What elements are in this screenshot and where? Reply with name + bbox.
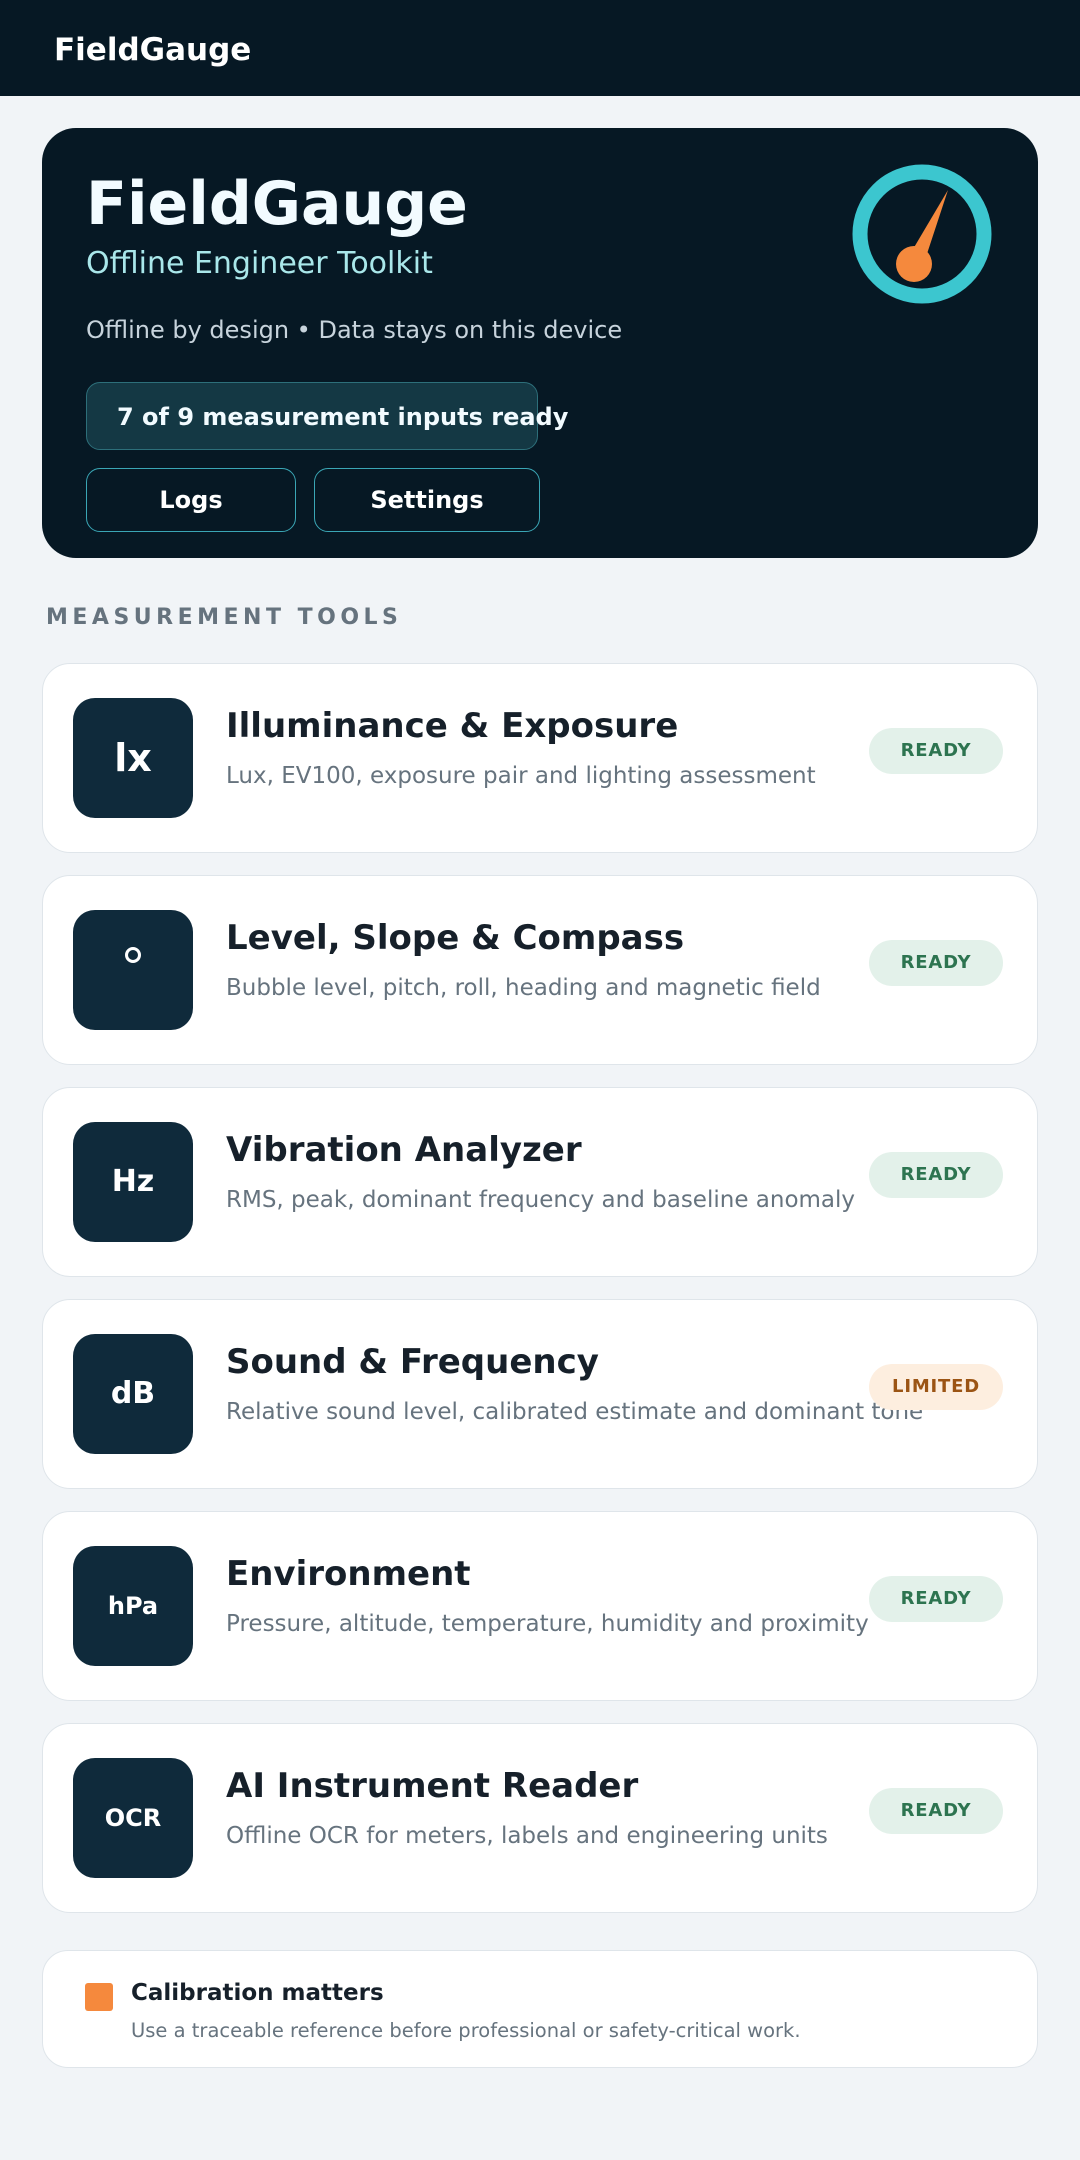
hertz-icon: Hz <box>73 1122 193 1242</box>
tool-card-instrument-reader[interactable]: OCR AI Instrument Reader Offline OCR for… <box>42 1723 1038 1913</box>
status-badge: READY <box>869 1788 1003 1834</box>
hero-tagline: Offline by design • Data stays on this d… <box>86 316 623 344</box>
tool-description: Lux, EV100, exposure pair and lighting a… <box>226 763 816 789</box>
tool-title: Illuminance & Exposure <box>226 706 679 746</box>
tool-title: Vibration Analyzer <box>226 1130 582 1170</box>
app-bar-title: FieldGauge <box>54 32 252 68</box>
inputs-ready-text: 7 of 9 measurement inputs ready <box>117 403 569 431</box>
note-title: Calibration matters <box>131 1980 384 2006</box>
tool-description: Pressure, altitude, temperature, humidit… <box>226 1611 869 1637</box>
calibration-note: Calibration matters Use a traceable refe… <box>42 1950 1038 2068</box>
pressure-icon: hPa <box>73 1546 193 1666</box>
tool-card-level-compass[interactable]: Level, Slope & Compass Bubble level, pit… <box>42 875 1038 1065</box>
tool-title: Level, Slope & Compass <box>226 918 685 958</box>
tool-card-vibration[interactable]: Hz Vibration Analyzer RMS, peak, dominan… <box>42 1087 1038 1277</box>
inputs-ready-status: 7 of 9 measurement inputs ready <box>86 382 568 450</box>
hero-card: FieldGauge Offline Engineer Toolkit Offl… <box>42 128 1038 558</box>
tool-description: Relative sound level, calibrated estimat… <box>226 1399 924 1425</box>
status-badge: READY <box>869 940 1003 986</box>
tool-title: AI Instrument Reader <box>226 1766 639 1806</box>
status-badge: READY <box>869 1152 1003 1198</box>
warning-square-icon <box>85 1983 113 2011</box>
top-app-bar: FieldGauge <box>0 0 1080 96</box>
tool-description: RMS, peak, dominant frequency and baseli… <box>226 1187 856 1213</box>
logs-button[interactable]: Logs <box>86 468 296 532</box>
tool-description: Bubble level, pitch, roll, heading and m… <box>226 975 821 1001</box>
settings-button[interactable]: Settings <box>314 468 540 532</box>
tool-title: Environment <box>226 1554 471 1594</box>
degree-ring-icon <box>125 947 141 963</box>
decibel-icon: dB <box>73 1334 193 1454</box>
status-badge: READY <box>869 728 1003 774</box>
section-heading: MEASUREMENT TOOLS <box>46 605 403 630</box>
status-badge: LIMITED <box>869 1364 1003 1410</box>
tool-card-environment[interactable]: hPa Environment Pressure, altitude, temp… <box>42 1511 1038 1701</box>
tool-title: Sound & Frequency <box>226 1342 599 1382</box>
note-description: Use a traceable reference before profess… <box>131 2019 801 2042</box>
degree-icon <box>73 910 193 1030</box>
tool-card-illuminance[interactable]: lx Illuminance & Exposure Lux, EV100, ex… <box>42 663 1038 853</box>
ocr-icon: OCR <box>73 1758 193 1878</box>
tool-card-sound[interactable]: dB Sound & Frequency Relative sound leve… <box>42 1299 1038 1489</box>
tool-description: Offline OCR for meters, labels and engin… <box>226 1823 828 1849</box>
hero-subtitle: Offline Engineer Toolkit <box>86 246 433 281</box>
gauge-icon <box>852 164 992 304</box>
hero-title: FieldGauge <box>86 169 468 239</box>
status-badge: READY <box>869 1576 1003 1622</box>
lux-icon: lx <box>73 698 193 818</box>
